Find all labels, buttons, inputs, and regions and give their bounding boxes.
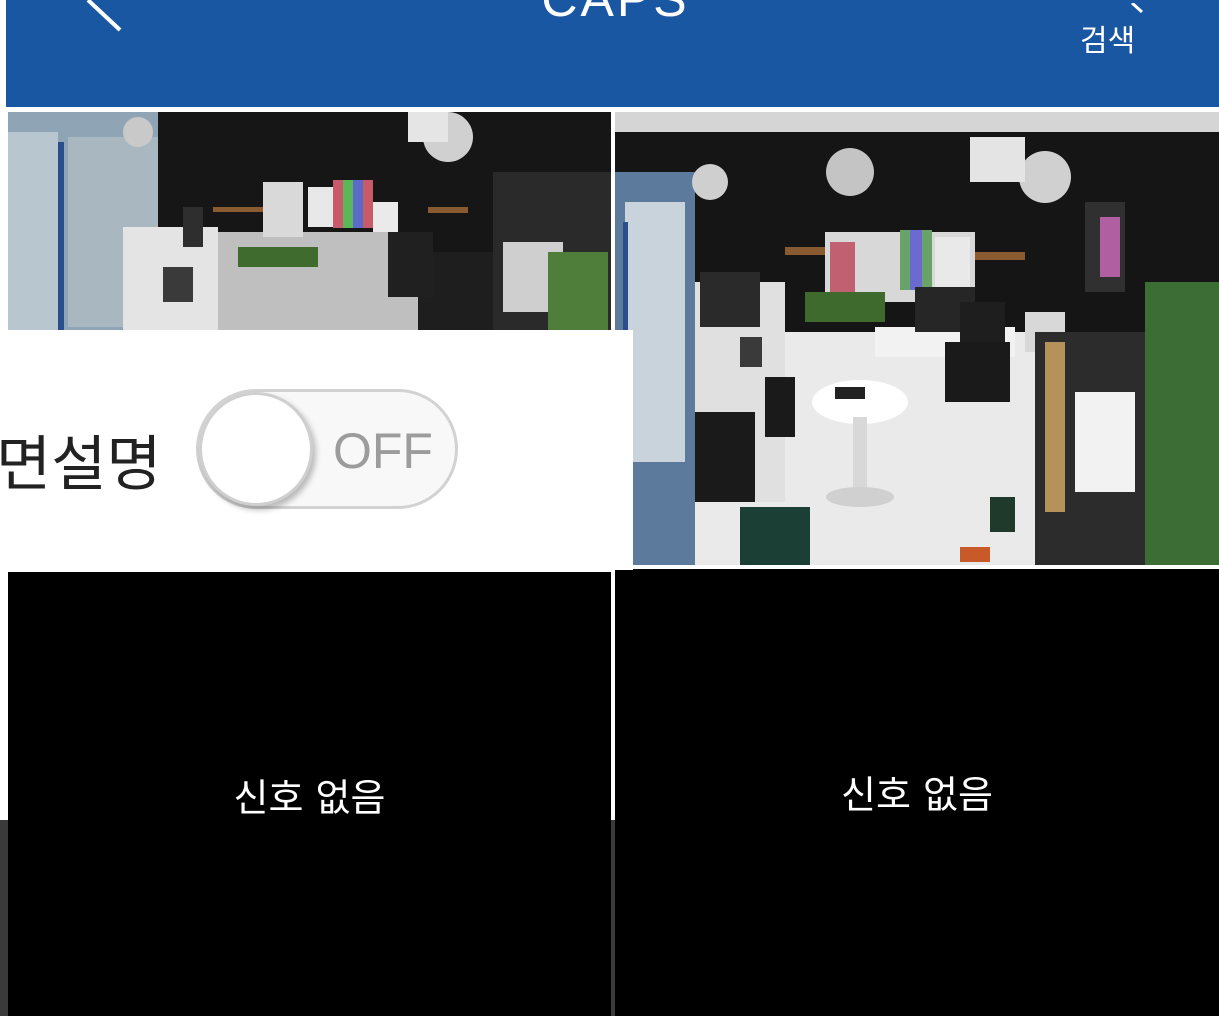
description-toggle[interactable]: OFF xyxy=(196,389,458,509)
side-strip xyxy=(0,820,8,1016)
tile-gutter xyxy=(611,820,615,1016)
camera-feed-image xyxy=(615,112,1219,565)
toggle-state-text: OFF xyxy=(333,423,433,479)
search-button[interactable]: 검색 xyxy=(1066,0,1156,70)
overlay-panel: 면설명 OFF xyxy=(0,330,633,570)
camera-feed-image xyxy=(8,112,611,330)
no-signal-message: 신호 없음 xyxy=(841,773,993,817)
camera-tile-1[interactable] xyxy=(8,112,611,330)
no-signal-message: 신호 없음 xyxy=(233,776,386,820)
search-label: 검색 xyxy=(1080,24,1136,59)
camera-tile-4[interactable]: 신호 없음 xyxy=(615,569,1219,1016)
page-title: CAPS xyxy=(6,0,1219,28)
camera-tile-3[interactable]: 신호 없음 xyxy=(8,572,611,1016)
toggle-label: 면설명 xyxy=(0,430,162,500)
app-header: CAPS 검색 xyxy=(6,0,1219,107)
camera-tile-2[interactable] xyxy=(615,112,1219,565)
magnifier-icon xyxy=(1130,0,1150,19)
toggle-knob[interactable] xyxy=(199,392,313,506)
